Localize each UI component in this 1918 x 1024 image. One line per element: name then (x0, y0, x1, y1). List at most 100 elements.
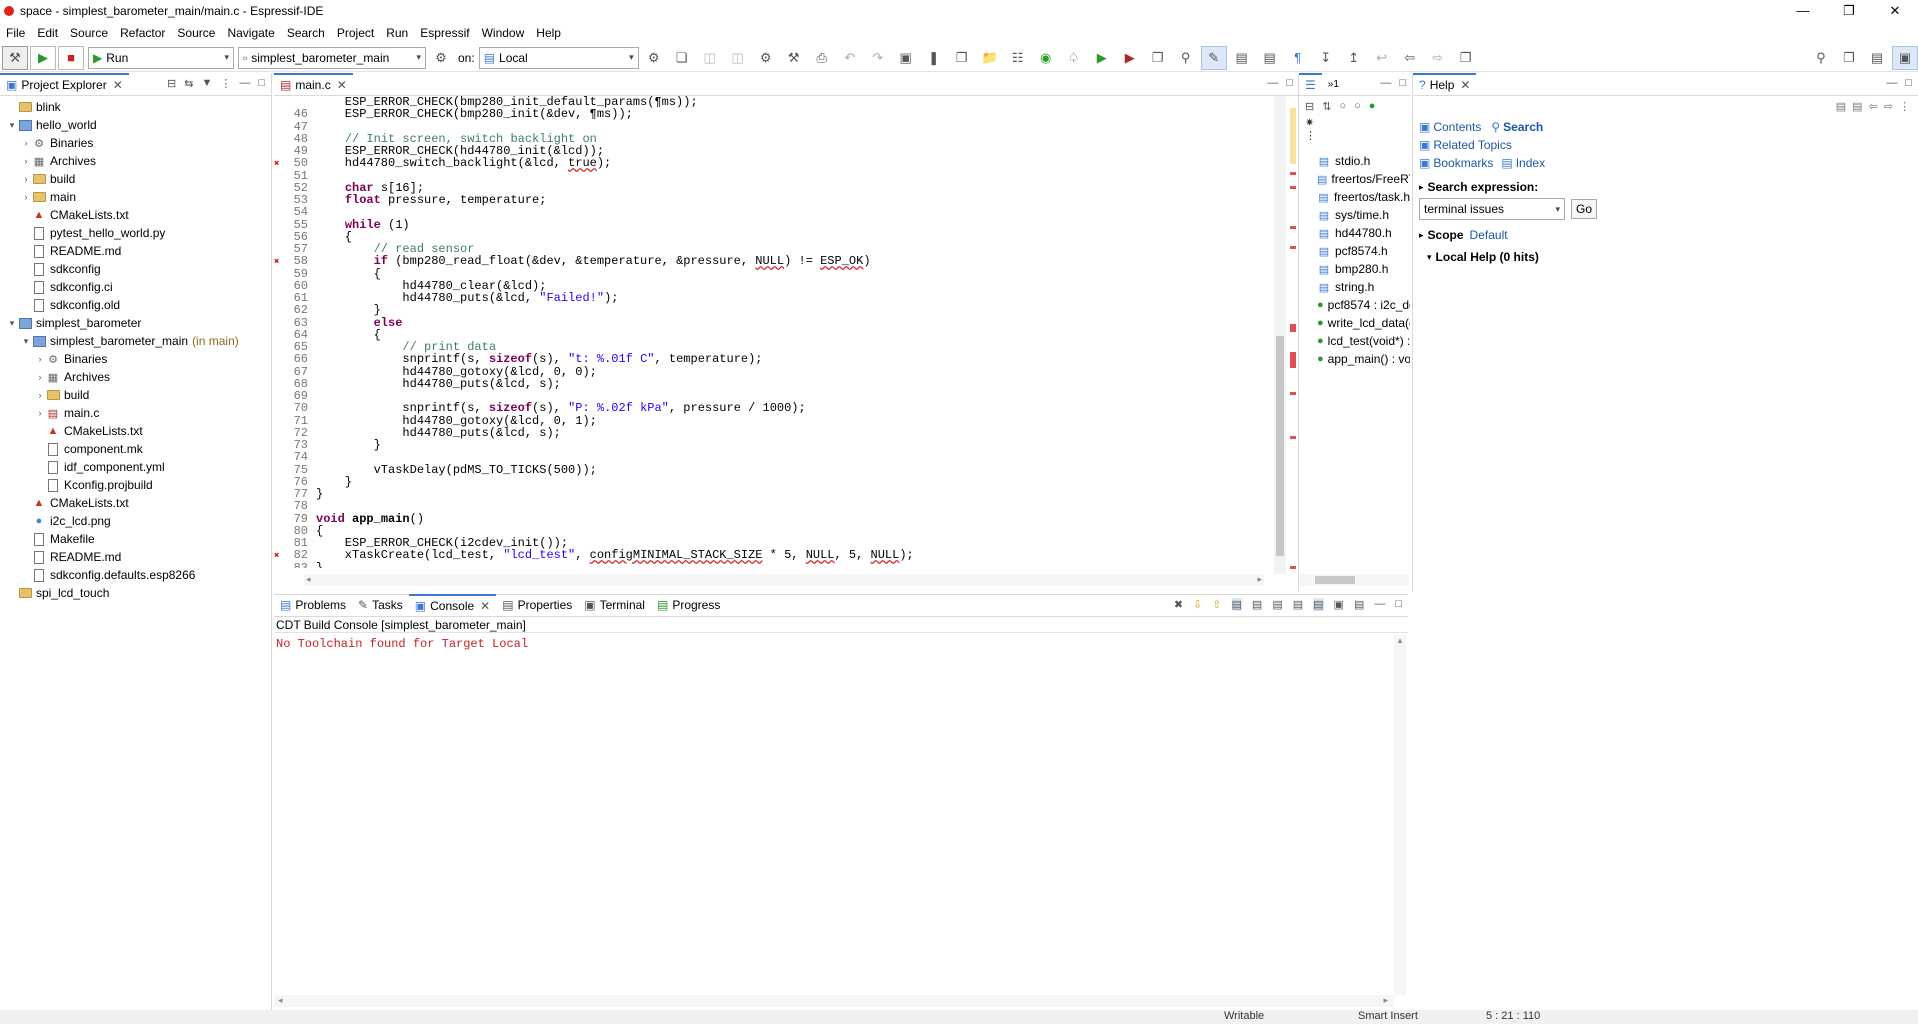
mark-occurrences-icon[interactable]: ✎ (1200, 45, 1227, 70)
help-back-icon[interactable]: ⇦ (1869, 100, 1878, 113)
expand-toggle-icon[interactable]: › (20, 192, 32, 202)
copy-icon[interactable]: ▤ (1293, 598, 1303, 611)
code-line[interactable]: 53 float pressure, temperature; (274, 194, 1264, 207)
outline-item[interactable]: ▤ string.h (1299, 278, 1410, 296)
outline-item[interactable]: ▤ freertos/task.h (1299, 188, 1410, 206)
hide-fields-icon[interactable]: ○ (1339, 100, 1346, 112)
hide-nonpublic-icon[interactable]: ● (1369, 100, 1376, 112)
expand-toggle-icon[interactable]: ▾ (20, 336, 32, 347)
show-errors-icon[interactable]: ▤ (1231, 598, 1242, 611)
code-line[interactable]: 68 hd44780_puts(&lcd, s); (274, 377, 1264, 390)
outline-view-menu-icon[interactable]: ⋮ (1305, 129, 1410, 142)
forward-icon[interactable]: ⇨ (1425, 46, 1451, 70)
tree-item[interactable]: ▲ CMakeLists.txt (0, 494, 271, 512)
launch-config-select[interactable]: ▫ simplest_barometer_main ▾ (238, 46, 426, 69)
undo-icon[interactable]: ↶ (837, 46, 863, 70)
menu-edit[interactable]: Edit (37, 26, 58, 40)
launch-mode-select[interactable]: ▶ Run ▾ (88, 46, 234, 69)
maximize-help-icon[interactable]: □ (1905, 77, 1912, 89)
new-icon[interactable]: ❏ (669, 46, 695, 70)
code-area[interactable]: ESP_ERROR_CHECK(bmp280_init_default_para… (274, 96, 1264, 568)
tab-more[interactable]: »1 (1322, 73, 1345, 95)
filter-icon[interactable]: ▼ (201, 77, 212, 90)
prev-annotation-icon[interactable]: ↥ (1341, 46, 1367, 70)
code-line[interactable]: 63 else (274, 316, 1264, 329)
expand-toggle-icon[interactable]: ▾ (6, 318, 18, 329)
menu-window[interactable]: Window (482, 26, 525, 40)
expand-toggle-icon[interactable]: › (20, 138, 32, 148)
run-external-icon[interactable]: ▶ (1117, 46, 1143, 70)
minimize-console-icon[interactable]: — (1374, 598, 1385, 611)
tree-item[interactable]: component.mk (0, 440, 271, 458)
code-line[interactable]: 73 } (274, 439, 1264, 452)
toggle-block-icon[interactable]: ▤ (1229, 46, 1255, 70)
last-edit-icon[interactable]: ↩ (1369, 46, 1395, 70)
outline-item[interactable]: ▤ pcf8574.h (1299, 242, 1410, 260)
outline-item[interactable]: ▤ sys/time.h (1299, 206, 1410, 224)
sort-icon[interactable]: ⇅ (1322, 100, 1331, 113)
debug-bug-icon[interactable]: ♤ (1061, 46, 1087, 70)
tree-item[interactable]: › ▦ Archives (0, 152, 271, 170)
scroll-lock-icon[interactable]: ▤ (1252, 598, 1262, 611)
tab-problems[interactable]: ▤ Problems (274, 594, 352, 616)
stop-icon[interactable]: ■ (58, 45, 84, 70)
code-line[interactable]: 55 while (1) (274, 218, 1264, 231)
outline-item[interactable]: ▤ stdio.h (1299, 152, 1410, 170)
tree-item[interactable]: blink (0, 98, 271, 116)
help-menu-icon[interactable]: ⋮ (1899, 100, 1910, 113)
editor-scroll-thumb[interactable] (1276, 336, 1284, 556)
new-folder-icon[interactable]: 📁 (977, 46, 1003, 70)
search-toolbar-icon[interactable]: ⚲ (1173, 46, 1199, 70)
console-vscroll[interactable]: ▴ (1394, 635, 1406, 995)
show-whitespace-icon[interactable]: ¶ (1285, 46, 1311, 70)
editor-hscroll[interactable]: ◂ ▸ (304, 574, 1264, 586)
tab-progress[interactable]: ▤ Progress (651, 594, 726, 616)
prev-error-icon[interactable]: ⇧ (1212, 598, 1221, 611)
tree-item[interactable]: sdkconfig.old (0, 296, 271, 314)
tree-item[interactable]: › ▦ Archives (0, 368, 271, 386)
tree-item[interactable]: ▲ CMakeLists.txt (0, 422, 271, 440)
tree-item[interactable]: spi_lcd_touch (0, 584, 271, 602)
print-icon[interactable]: ⎙ (809, 46, 835, 70)
collapse-outline-icon[interactable]: ⊟ (1305, 100, 1314, 113)
expand-scope-icon[interactable]: ▸ (1419, 230, 1424, 241)
close-console-icon[interactable]: ✕ (480, 599, 490, 613)
save-icon[interactable]: ◫ (697, 46, 723, 70)
expand-toggle-icon[interactable]: › (34, 390, 46, 400)
tree-item[interactable]: ▲ CMakeLists.txt (0, 206, 271, 224)
code-line[interactable]: 54 (274, 206, 1264, 219)
next-error-icon[interactable]: ⇩ (1193, 598, 1202, 611)
tree-item[interactable]: › ⚙ Binaries (0, 350, 271, 368)
open-type-icon[interactable]: ❐ (1145, 46, 1171, 70)
view-menu-icon[interactable]: ⋮ (220, 77, 231, 90)
open-perspective-icon[interactable]: ❐ (1836, 46, 1862, 70)
new-class-icon[interactable]: ☷ (1005, 46, 1031, 70)
build-all-icon[interactable]: ⚒ (781, 46, 807, 70)
outline-hscroll[interactable] (1299, 574, 1409, 586)
tab-terminal[interactable]: ▣ Terminal (578, 594, 651, 616)
code-line[interactable]: ✖ 82 xTaskCreate(lcd_test, "lcd_test", co… (274, 549, 1264, 562)
tab-main-c[interactable]: ▤ main.c ✕ (274, 73, 353, 95)
maximize-editor-icon[interactable]: □ (1286, 77, 1293, 89)
build-config-icon[interactable]: ⚙ (753, 46, 779, 70)
tree-item[interactable]: › ▤ main.c (0, 404, 271, 422)
expand-toggle-icon[interactable]: › (20, 174, 32, 184)
code-line[interactable]: 83} (274, 561, 1264, 568)
tab-console[interactable]: ▣ Console ✕ (408, 594, 497, 616)
toggle-highlight-icon[interactable]: ▤ (1257, 46, 1283, 70)
close-help-icon[interactable]: ✕ (1460, 78, 1470, 92)
collapse-all-icon[interactable]: ⊟ (167, 77, 176, 90)
tab-project-explorer[interactable]: ▣ Project Explorer ✕ (0, 73, 129, 95)
menu-help[interactable]: Help (536, 26, 561, 40)
outline-item[interactable]: ▤freertos/FreeRTOS (1299, 170, 1410, 188)
close-tab-icon[interactable]: ✕ (113, 78, 123, 92)
help-forward-icon[interactable]: ⇨ (1884, 100, 1893, 113)
run-icon[interactable]: ▶ (1089, 46, 1115, 70)
back-icon[interactable]: ⇦ (1397, 46, 1423, 70)
target-gear-icon[interactable]: ⚙ (641, 46, 667, 70)
minimize-view-icon[interactable]: — (239, 77, 250, 90)
new-source-icon[interactable]: ◉ (1033, 46, 1059, 70)
launch-run-icon[interactable]: ▶ (30, 45, 56, 70)
help-search-combo[interactable]: terminal issues ▾ (1419, 198, 1565, 220)
pin-icon[interactable]: ❐ (1453, 46, 1479, 70)
